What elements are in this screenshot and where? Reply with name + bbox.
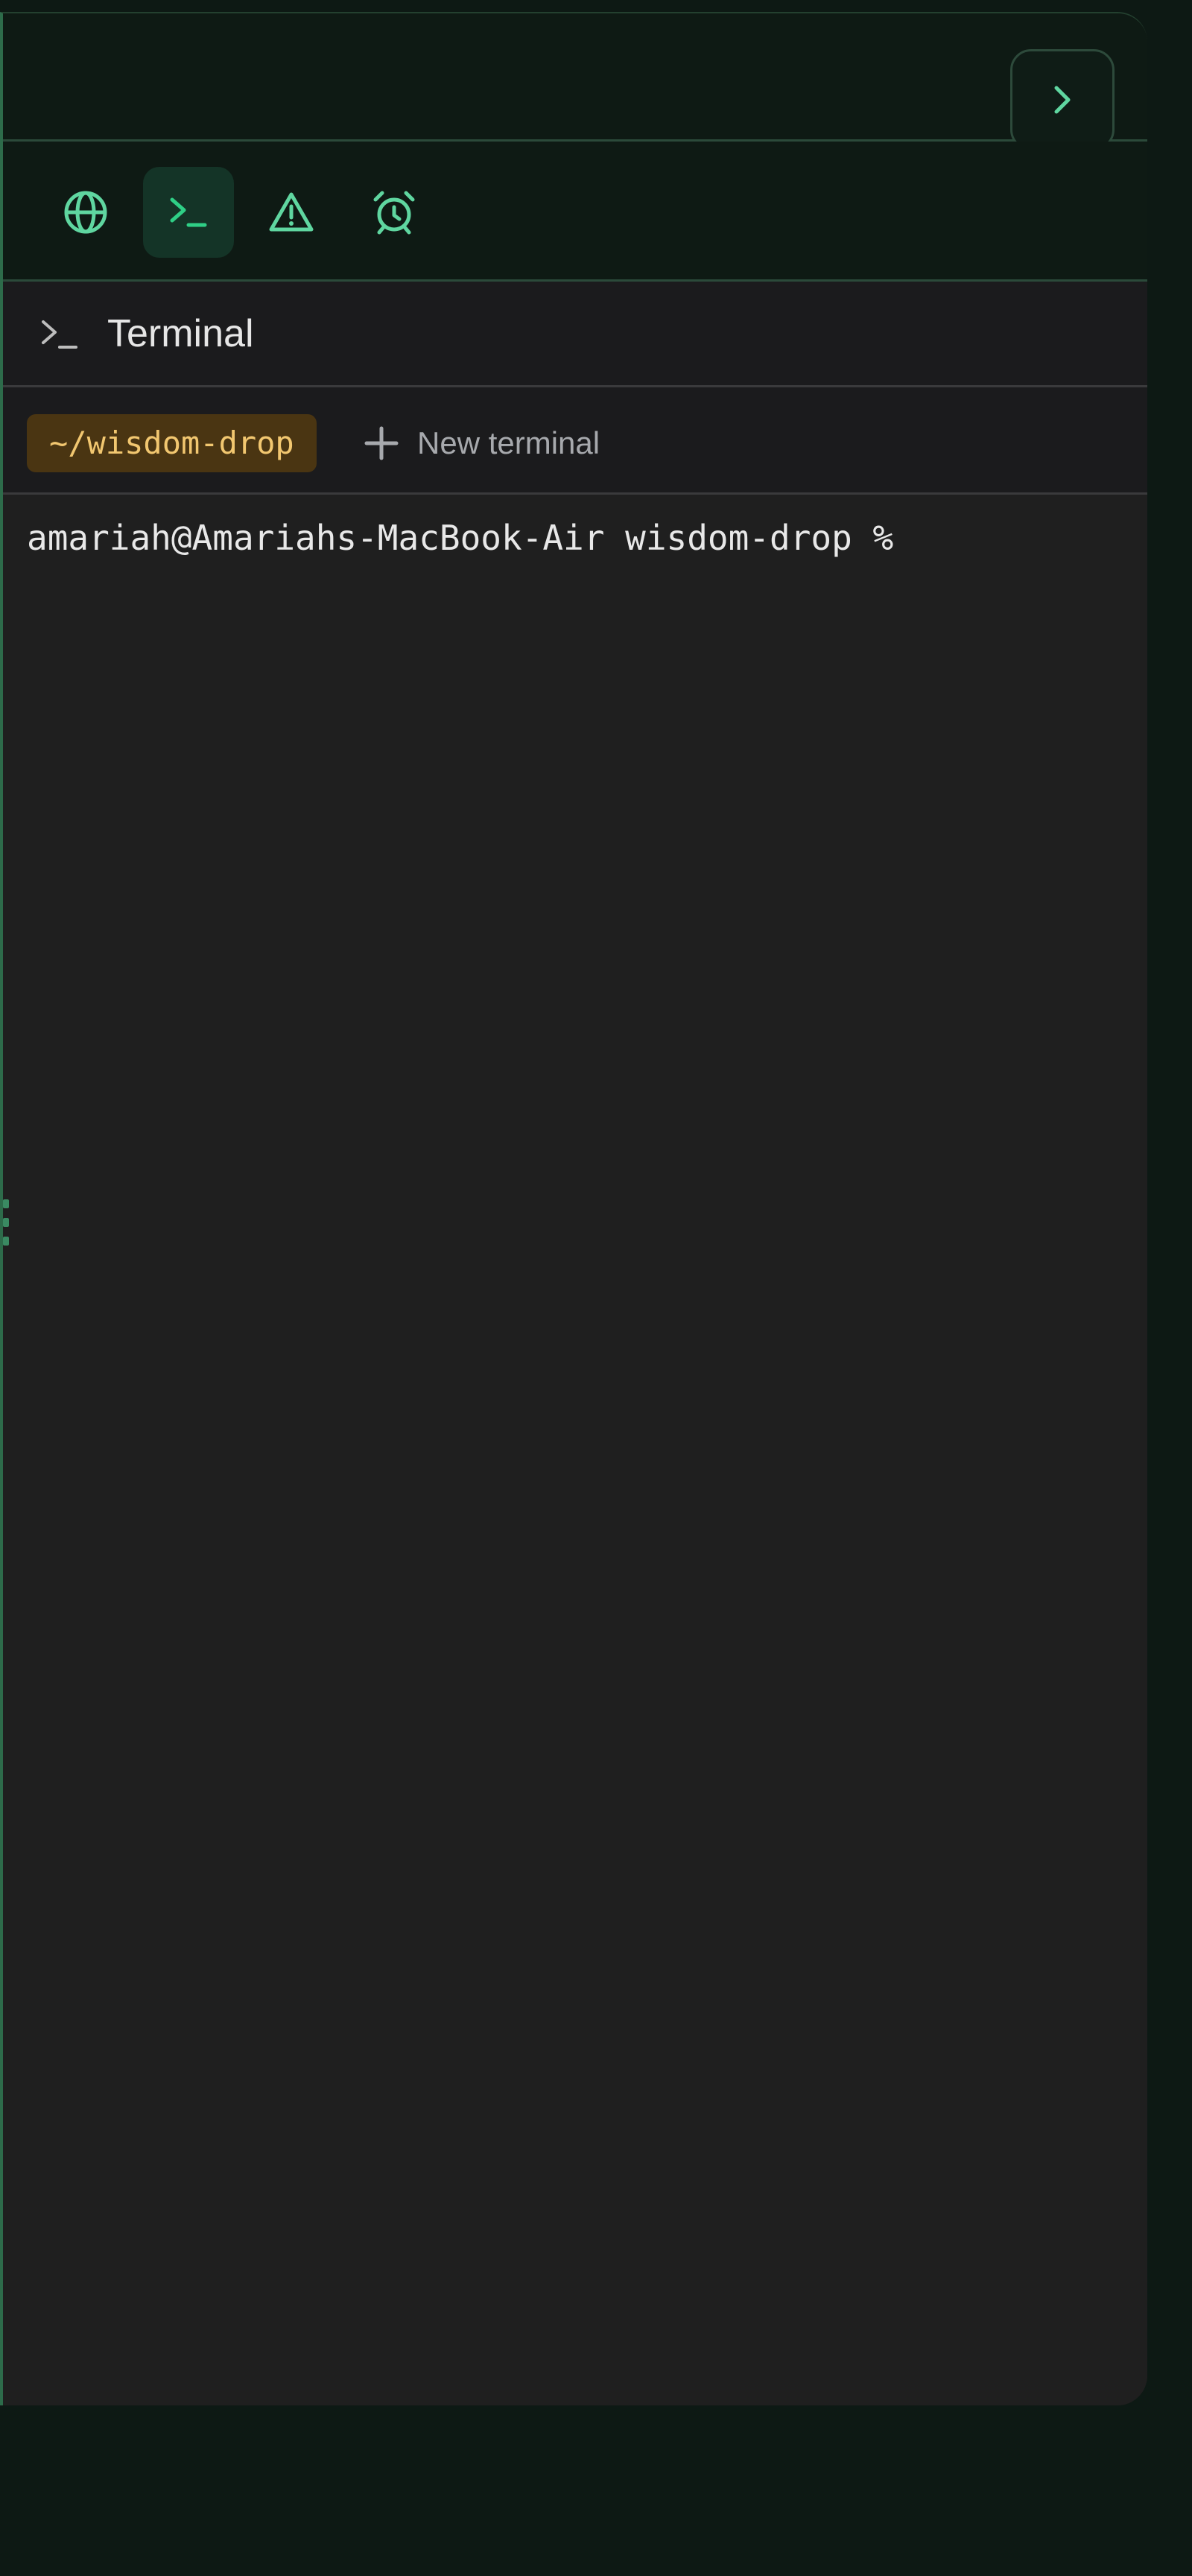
alarm-clock-icon bbox=[373, 191, 415, 235]
new-terminal-button[interactable]: New terminal bbox=[364, 414, 600, 472]
terminal-output[interactable]: amariah@Amariahs-MacBook-Air wisdom-drop… bbox=[3, 495, 1147, 2405]
terminal-tab-active[interactable]: ~/wisdom-drop bbox=[27, 414, 317, 472]
new-terminal-label: New terminal bbox=[417, 425, 600, 460]
terminal-icon bbox=[39, 316, 80, 357]
plus-icon bbox=[364, 426, 399, 460]
scheduled-tool-button[interactable] bbox=[349, 167, 440, 258]
terminal-icon bbox=[170, 197, 207, 227]
terminal-tabs: ~/wisdom-drop New terminal bbox=[3, 387, 1147, 495]
warning-icon bbox=[269, 192, 314, 232]
collapse-panel-button[interactable] bbox=[1010, 49, 1115, 150]
problems-tool-button[interactable] bbox=[246, 167, 337, 258]
grip-dot bbox=[3, 1237, 9, 1246]
grip-dot bbox=[3, 1199, 9, 1208]
terminal-tool-button[interactable] bbox=[143, 167, 234, 258]
globe-icon bbox=[64, 191, 107, 234]
panel-title-bar: Terminal bbox=[3, 282, 1147, 387]
panel-title: Terminal bbox=[107, 312, 254, 355]
grip-dot bbox=[3, 1218, 9, 1227]
resize-handle[interactable] bbox=[3, 1199, 9, 1246]
panel-header: ✕ bbox=[3, 13, 1147, 150]
browser-tool-button[interactable] bbox=[40, 167, 131, 258]
terminal-panel: ✕ bbox=[0, 12, 1147, 2405]
chevron-right-icon bbox=[1054, 86, 1071, 114]
tool-strip bbox=[3, 142, 1147, 282]
terminal-prompt: amariah@Amariahs-MacBook-Air wisdom-drop… bbox=[27, 518, 894, 558]
